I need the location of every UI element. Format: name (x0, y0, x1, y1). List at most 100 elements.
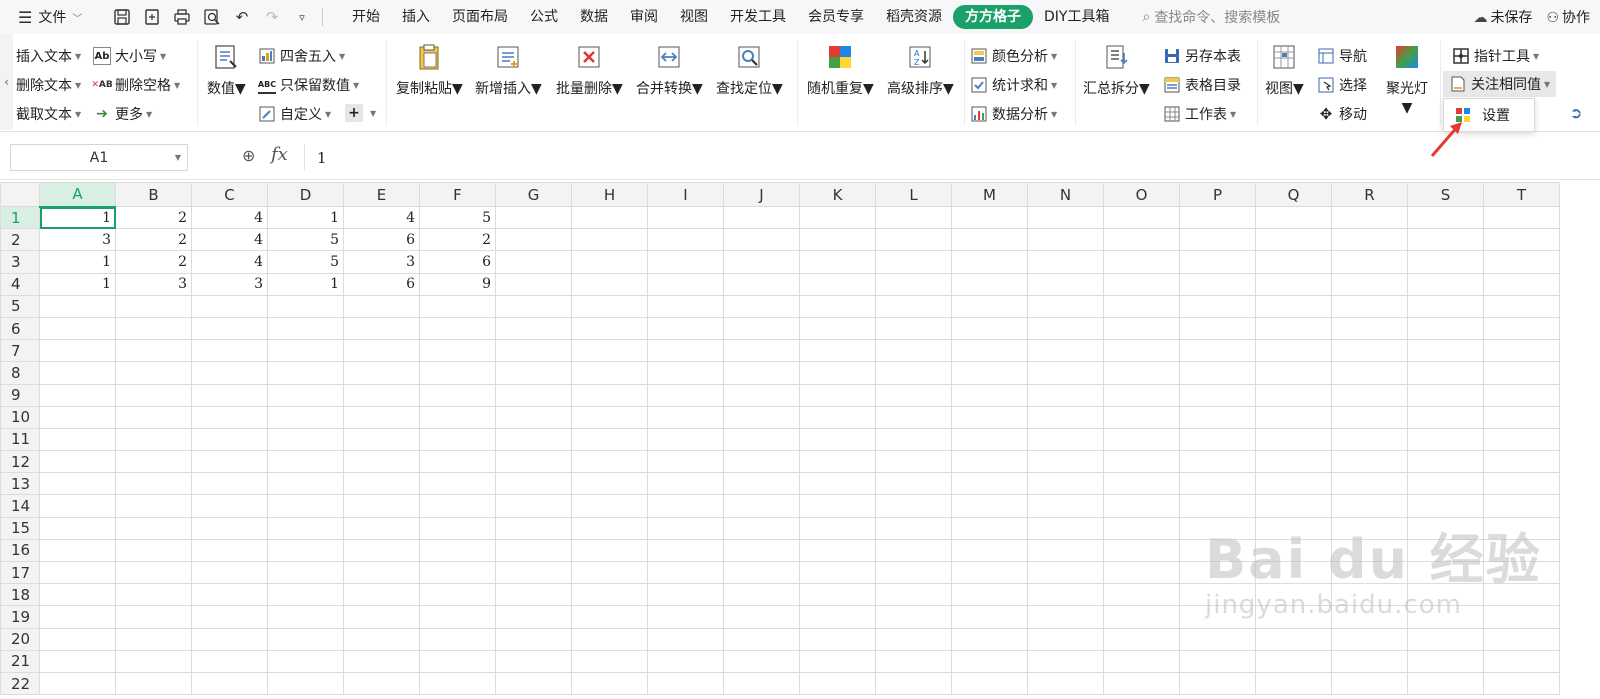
cell[interactable] (1255, 450, 1332, 474)
cell[interactable] (1331, 560, 1408, 585)
cell[interactable] (951, 583, 1028, 607)
cell[interactable] (343, 316, 420, 341)
cell[interactable] (875, 538, 952, 563)
cell[interactable] (1103, 583, 1180, 607)
cell[interactable] (1103, 560, 1180, 585)
row-header[interactable]: 19 (0, 605, 40, 629)
cell[interactable] (191, 450, 268, 474)
cell[interactable] (951, 272, 1028, 296)
save-icon[interactable] (110, 5, 134, 29)
cell[interactable] (495, 649, 572, 673)
cell[interactable] (723, 272, 800, 296)
find-locate-button[interactable]: 查找定位▼ (716, 42, 783, 98)
cell[interactable] (723, 671, 800, 696)
cell[interactable] (571, 538, 648, 563)
cell[interactable] (1027, 472, 1104, 496)
cell[interactable] (1179, 450, 1256, 474)
cell[interactable] (191, 427, 268, 452)
row-header[interactable]: 14 (0, 494, 40, 518)
cell[interactable] (343, 605, 420, 629)
cell[interactable] (875, 339, 952, 363)
cell[interactable] (1027, 205, 1104, 230)
row-header[interactable]: 15 (0, 516, 40, 540)
cell[interactable] (39, 671, 116, 696)
cell[interactable] (571, 560, 648, 585)
cell[interactable] (723, 427, 800, 452)
cell[interactable] (39, 538, 116, 563)
cell[interactable] (1027, 560, 1104, 585)
cell[interactable] (343, 472, 420, 496)
delete-space-button[interactable]: ✕ AB 删除空格 ▼ (91, 75, 180, 95)
cell[interactable]: 3 (115, 272, 192, 296)
cell[interactable]: 5 (419, 205, 496, 230)
advanced-sort-button[interactable]: AZ 高级排序▼ (887, 42, 954, 98)
column-header[interactable]: E (343, 182, 420, 207)
cell[interactable] (1027, 294, 1104, 318)
row-header[interactable]: 22 (0, 671, 40, 696)
cell[interactable]: 1 (39, 272, 116, 296)
cell[interactable] (951, 339, 1028, 363)
cell[interactable] (1027, 516, 1104, 540)
cell[interactable] (723, 560, 800, 585)
cell[interactable] (495, 538, 572, 563)
ribbon-scroll-left[interactable]: ‹ (0, 34, 13, 130)
cell[interactable] (343, 405, 420, 429)
cell[interactable] (571, 250, 648, 274)
cell[interactable] (1407, 605, 1484, 629)
cell[interactable] (1331, 649, 1408, 673)
cell[interactable] (1407, 361, 1484, 385)
cell[interactable] (1255, 228, 1332, 252)
cell[interactable] (1027, 339, 1104, 363)
cell[interactable] (799, 605, 876, 629)
cell[interactable] (419, 339, 496, 363)
cell[interactable] (1103, 627, 1180, 651)
cell[interactable] (115, 383, 192, 407)
cell[interactable] (115, 560, 192, 585)
cell[interactable] (115, 671, 192, 696)
watch-same-value-button[interactable]: 关注相同值 ▼ (1443, 71, 1557, 97)
export-icon[interactable] (140, 5, 164, 29)
cell[interactable] (571, 228, 648, 252)
cell[interactable] (1483, 671, 1560, 696)
column-header[interactable]: T (1483, 182, 1560, 207)
redo-icon[interactable]: ↷ (260, 5, 284, 29)
cell[interactable] (571, 649, 648, 673)
row-header[interactable]: 3 (0, 250, 40, 274)
file-menu[interactable]: ☰ 文件 ﹀ (0, 7, 100, 27)
formula-input[interactable]: 1 (304, 144, 1594, 171)
cell[interactable] (1407, 538, 1484, 563)
cell[interactable] (799, 361, 876, 385)
cell[interactable]: 3 (39, 228, 116, 252)
cell[interactable]: 6 (419, 250, 496, 274)
cell[interactable] (267, 339, 344, 363)
cell[interactable] (1483, 538, 1560, 563)
cell[interactable] (1407, 516, 1484, 540)
tab-developer[interactable]: 开发工具 (719, 5, 797, 29)
cell[interactable] (1027, 450, 1104, 474)
cell[interactable] (647, 205, 724, 230)
cell[interactable] (875, 250, 952, 274)
cell[interactable] (647, 560, 724, 585)
cell[interactable] (1027, 671, 1104, 696)
cell[interactable] (495, 427, 572, 452)
save-as-sheet-button[interactable]: 另存本表 (1163, 46, 1241, 66)
cell[interactable]: 6 (343, 272, 420, 296)
worksheet-button[interactable]: 工作表 ▼ (1163, 104, 1236, 124)
copy-paste-button[interactable]: 复制粘贴▼ (396, 42, 463, 98)
column-header[interactable]: D (267, 182, 344, 207)
cell[interactable] (495, 228, 572, 252)
column-header[interactable]: J (723, 182, 800, 207)
cell[interactable] (1407, 427, 1484, 452)
cell[interactable] (419, 450, 496, 474)
column-header[interactable]: S (1407, 182, 1484, 207)
cell[interactable] (1179, 627, 1256, 651)
tab-docer[interactable]: 稻壳资源 (875, 5, 953, 29)
cell[interactable] (1483, 316, 1560, 341)
cell[interactable]: 2 (115, 250, 192, 274)
column-header[interactable]: K (799, 182, 876, 207)
cell[interactable] (875, 605, 952, 629)
cell[interactable] (1179, 560, 1256, 585)
cell[interactable] (1331, 516, 1408, 540)
cell[interactable] (1483, 228, 1560, 252)
cell[interactable] (495, 516, 572, 540)
